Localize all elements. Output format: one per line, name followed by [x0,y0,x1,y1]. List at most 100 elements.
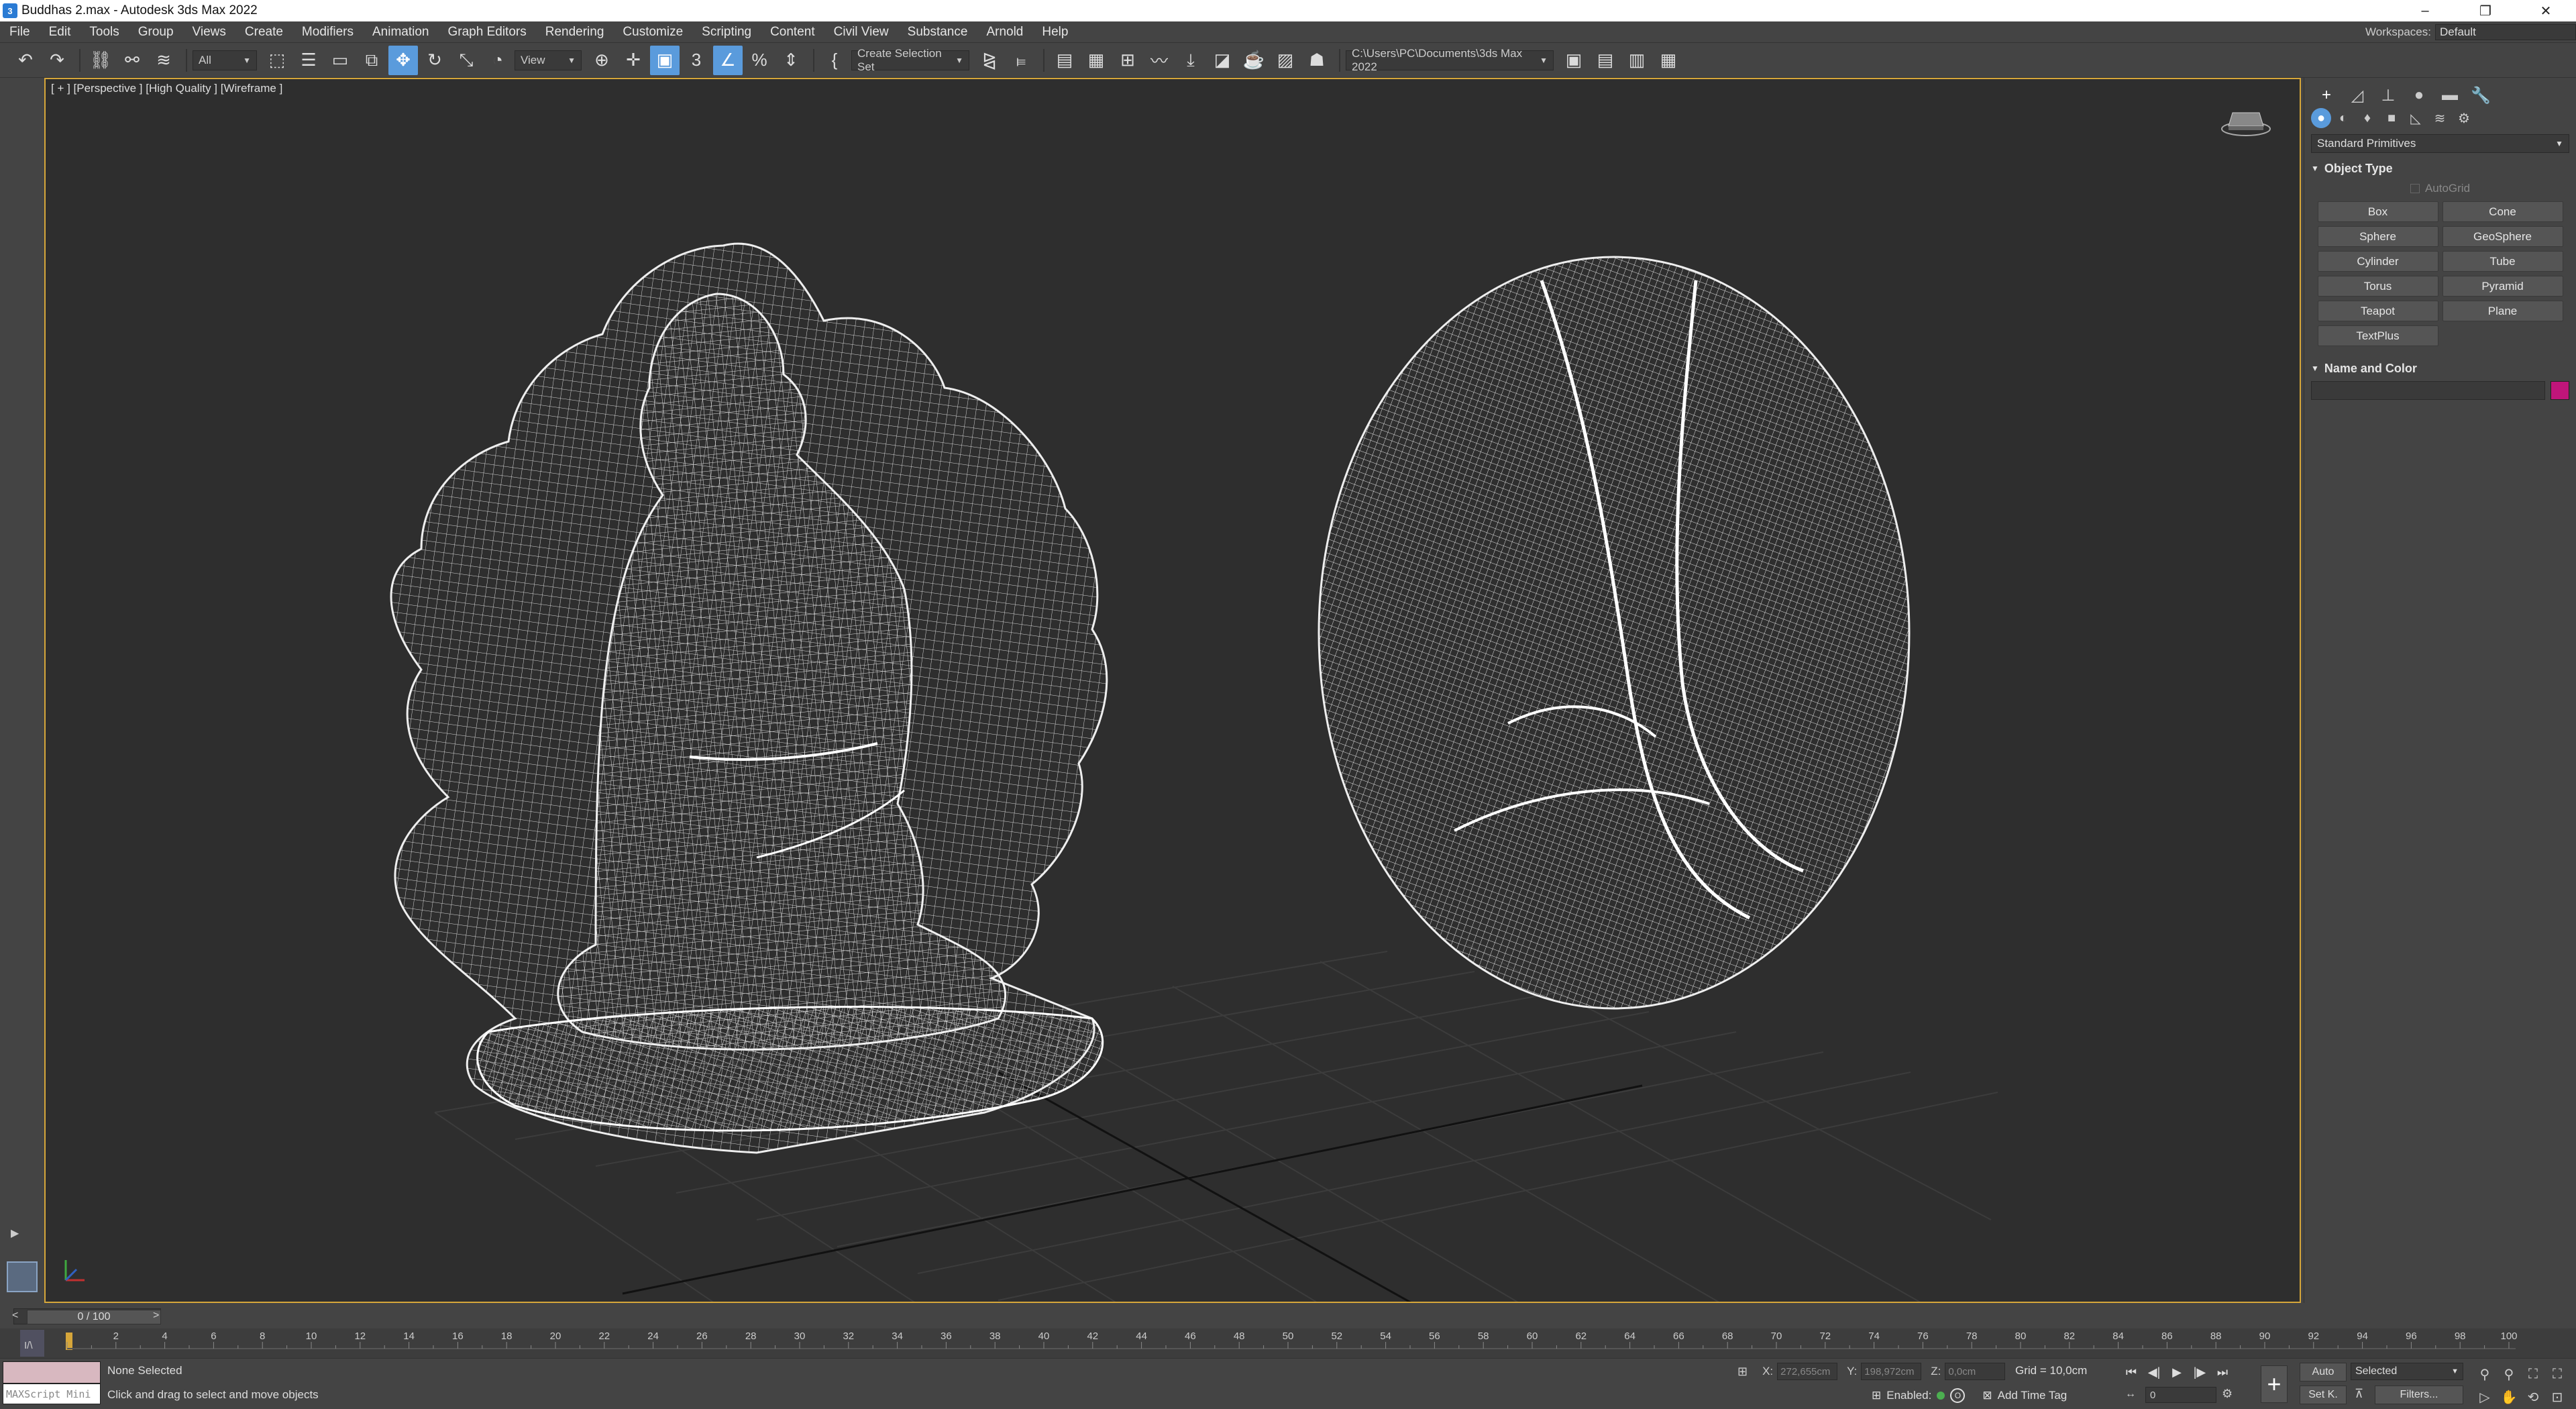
zoom-extents-icon[interactable]: ⛶ [2521,1364,2545,1384]
select-by-name-icon[interactable]: ☰ [294,46,323,75]
adaptive-degradation-icon[interactable]: ⊞ [1872,1389,1881,1402]
textplus-button[interactable]: TextPlus [2317,325,2438,346]
select-and-scale-icon[interactable]: ⤡ [451,46,481,75]
percent-snap-icon[interactable]: % [745,46,774,75]
project-settings-icon[interactable]: ▦ [1654,46,1683,75]
menu-customize[interactable]: Customize [613,25,692,40]
spinner-snap-icon[interactable]: ⇕ [776,46,806,75]
place-icon[interactable]: ◔ [483,46,513,75]
sphere-button[interactable]: Sphere [2317,226,2438,247]
snaps-toggle-icon[interactable]: 3 [682,46,711,75]
maxscript-input[interactable]: MAXScript Mini [3,1384,101,1404]
key-filters-icon[interactable]: ⊼ [2355,1387,2363,1401]
key-filter-dropdown[interactable]: Selected ▼ [2351,1363,2463,1380]
close-button[interactable]: ✕ [2516,0,2576,21]
rendered-frame-window-icon[interactable]: ▨ [1271,46,1300,75]
isolate-toggle-icon[interactable]: O [1950,1388,1966,1403]
geometry-icon[interactable]: ● [2311,108,2331,128]
rectangular-selection-icon[interactable]: ▭ [325,46,355,75]
open-project-icon[interactable]: ▣ [1559,46,1589,75]
torus-button[interactable]: Torus [2317,276,2438,297]
space-warps-icon[interactable]: ≋ [2428,108,2452,128]
pan-view-icon[interactable]: ✋ [2497,1387,2521,1407]
current-frame-field[interactable]: 0 [2145,1387,2216,1403]
hierarchy-tab-icon[interactable]: ⊥ [2373,84,2404,107]
curve-editor-icon[interactable]: 〰 [1144,46,1174,75]
menu-civil-view[interactable]: Civil View [824,25,898,40]
minimize-button[interactable]: – [2395,0,2455,21]
time-config-icon[interactable]: ⚙ [2222,1387,2233,1401]
tube-button[interactable]: Tube [2442,251,2563,272]
utilities-tab-icon[interactable]: 🔧 [2465,84,2496,107]
menu-edit[interactable]: Edit [40,25,80,40]
set-key-icon[interactable]: + [2261,1365,2288,1403]
manipulate-icon[interactable]: ✛ [619,46,648,75]
y-coordinate-field[interactable]: 198,972cm [1861,1363,1922,1380]
cylinder-button[interactable]: Cylinder [2317,251,2438,272]
motion-tab-icon[interactable]: ● [2404,84,2434,107]
next-key-icon[interactable]: |▶ [2188,1363,2211,1381]
menu-graph-editors[interactable]: Graph Editors [439,25,536,40]
menu-tools[interactable]: Tools [80,25,128,40]
object-type-header[interactable]: ▼ Object Type [2311,158,2569,178]
undo-icon[interactable]: ↶ [11,46,40,75]
render-setup-icon[interactable]: ☕ [1239,46,1269,75]
redo-icon[interactable]: ↷ [42,46,72,75]
bind-space-warp-icon[interactable]: ≋ [149,46,178,75]
z-coordinate-field[interactable]: 0,0cm [1945,1363,2006,1380]
systems-icon[interactable]: ⚙ [2452,108,2476,128]
orbit-icon[interactable]: ⟲ [2521,1387,2545,1407]
add-time-tag-label[interactable]: Add Time Tag [1998,1389,2068,1402]
viewport-label[interactable]: [ + ] [Perspective ] [High Quality ] [Wi… [51,82,282,95]
unlink-icon[interactable]: ⚯ [117,46,147,75]
material-editor-icon[interactable]: ◪ [1208,46,1237,75]
viewcube-icon[interactable] [2219,99,2273,140]
lock-selection-icon[interactable]: ⊞ [1737,1365,1748,1379]
teapot-button[interactable]: Teapot [2317,301,2438,321]
render-production-icon[interactable]: ☗ [1302,46,1332,75]
primitive-category-dropdown[interactable]: Standard Primitives ▼ [2311,134,2569,153]
align-icon[interactable]: ⫢ [1006,46,1036,75]
maxscript-output[interactable] [3,1361,101,1384]
save-project-icon[interactable]: ▥ [1622,46,1652,75]
link-icon[interactable]: ⛓ [86,46,115,75]
window-crossing-icon[interactable]: ⧉ [357,46,386,75]
go-to-end-icon[interactable]: ⏭ [2211,1363,2234,1381]
menu-content[interactable]: Content [761,25,824,40]
box-button[interactable]: Box [2317,201,2438,222]
keyboard-shortcut-override-icon[interactable]: ▣ [650,45,680,75]
pivot-center-icon[interactable]: ⊕ [587,46,616,75]
cone-button[interactable]: Cone [2442,201,2563,222]
plane-button[interactable]: Plane [2442,301,2563,321]
zoom-icon[interactable]: ⚲ [2473,1364,2497,1384]
next-frame-icon[interactable]: > [153,1310,159,1322]
app-icon[interactable]: 3 [3,3,17,18]
geosphere-button[interactable]: GeoSphere [2442,226,2563,247]
create-tab-icon[interactable]: + [2311,84,2342,107]
menu-group[interactable]: Group [129,25,183,40]
cameras-icon[interactable]: ■ [2379,108,2404,128]
object-name-input[interactable] [2311,381,2545,400]
menu-file[interactable]: File [0,25,40,40]
project-path-dropdown[interactable]: C:\Users\PC\Documents\3ds Max 2022 ▼ [1346,47,1554,73]
previous-key-icon[interactable]: ◀| [2143,1363,2165,1381]
selection-filter-dropdown[interactable]: All ▼ [193,50,257,70]
toggle-ribbon-icon[interactable]: ⊞ [1113,46,1142,75]
modify-tab-icon[interactable]: ◿ [2342,84,2373,107]
object-color-swatch[interactable] [2551,381,2569,400]
select-and-move-icon[interactable]: ✥ [388,45,418,75]
menu-scripting[interactable]: Scripting [692,25,761,40]
maximize-viewport-icon[interactable]: ⊡ [2545,1387,2569,1407]
menu-rendering[interactable]: Rendering [536,25,614,40]
reference-coordinate-dropdown[interactable]: View ▼ [515,50,582,70]
autogrid-checkbox[interactable]: AutoGrid [2311,178,2569,199]
time-tag-icon[interactable]: ⊠ [1982,1389,1992,1402]
scene-explorer-icon[interactable]: ▤ [1050,46,1079,75]
shapes-icon[interactable]: ◐ [2331,108,2355,128]
viewport-layout-button[interactable] [7,1261,38,1292]
display-tab-icon[interactable]: ▬ [2434,84,2465,107]
layer-explorer-icon[interactable]: ▦ [1081,46,1111,75]
schematic-view-icon[interactable]: ⤓ [1176,46,1205,75]
select-object-icon[interactable]: ⬚ [262,46,292,75]
expand-arrow-icon[interactable]: ▶ [11,1227,19,1240]
